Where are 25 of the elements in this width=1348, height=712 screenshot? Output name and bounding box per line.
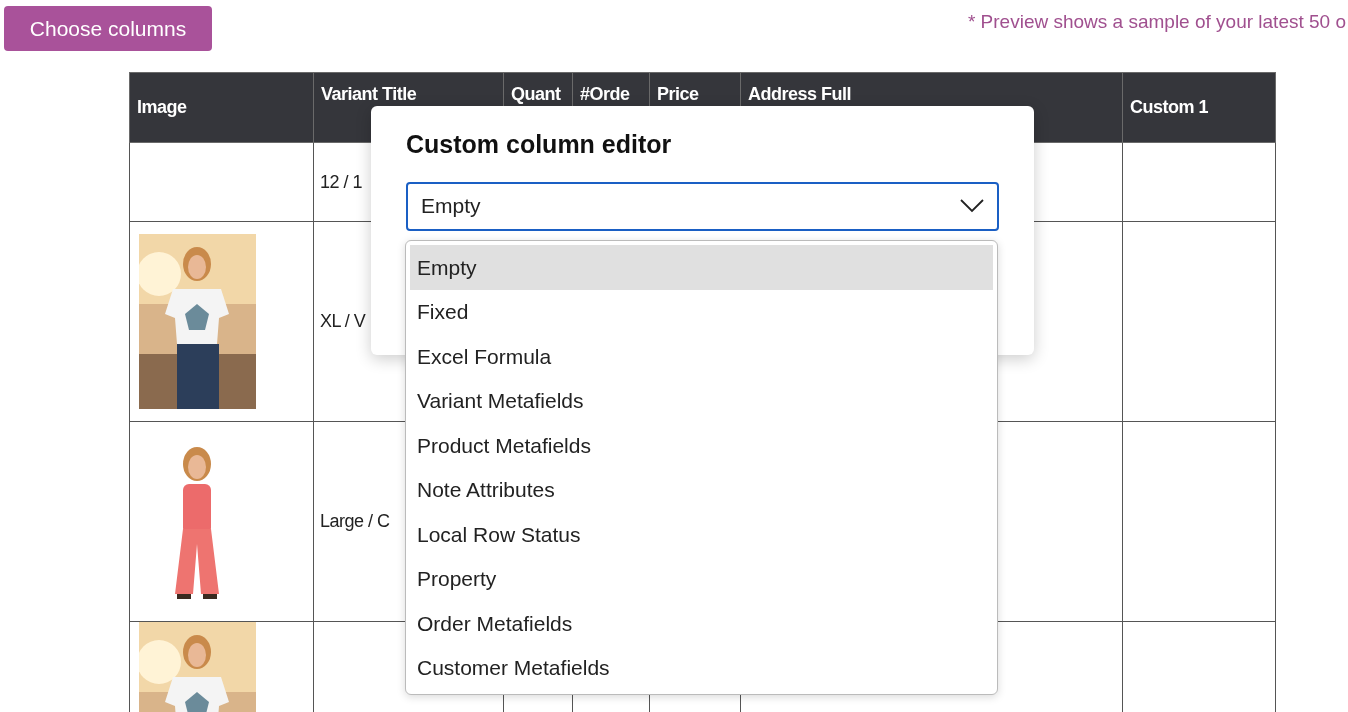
column-header: Custom 1 — [1130, 97, 1208, 117]
dropdown-option[interactable]: Empty — [410, 245, 993, 290]
dropdown-option[interactable]: Variant Metafields — [410, 378, 993, 423]
dropdown-option[interactable]: Fixed — [410, 289, 993, 334]
dropdown-option[interactable]: Local Row Status — [410, 512, 993, 557]
preview-note: * Preview shows a sample of your latest 50 o — [967, 10, 1346, 34]
type-select[interactable]: Empty — [406, 181, 999, 231]
dropdown-option[interactable]: Excel Formula — [410, 334, 993, 379]
column-header: Variant Title — [321, 84, 417, 104]
table-cell: Large / C — [320, 511, 390, 531]
dropdown-option[interactable]: Customer Metafields — [410, 645, 993, 690]
dialog-title: Custom column editor — [406, 129, 673, 160]
column-header: Address Full — [748, 84, 852, 104]
dropdown-option[interactable]: Order Metafields — [410, 601, 993, 646]
dropdown-option[interactable]: Property — [410, 556, 993, 601]
column-header: Price — [657, 84, 699, 104]
chevron-down-icon — [960, 199, 984, 213]
table-cell: 12 / 1 — [320, 171, 363, 192]
table-cell: XL / V — [320, 311, 366, 331]
column-header: Image — [137, 97, 187, 117]
column-header: #Orde — [580, 84, 630, 104]
dropdown-option[interactable]: Product Metafields — [410, 423, 993, 468]
dropdown-option[interactable]: Note Attributes — [410, 467, 993, 512]
column-header: Quant — [511, 84, 561, 104]
choose-columns-button[interactable]: Choose columns — [4, 6, 212, 51]
